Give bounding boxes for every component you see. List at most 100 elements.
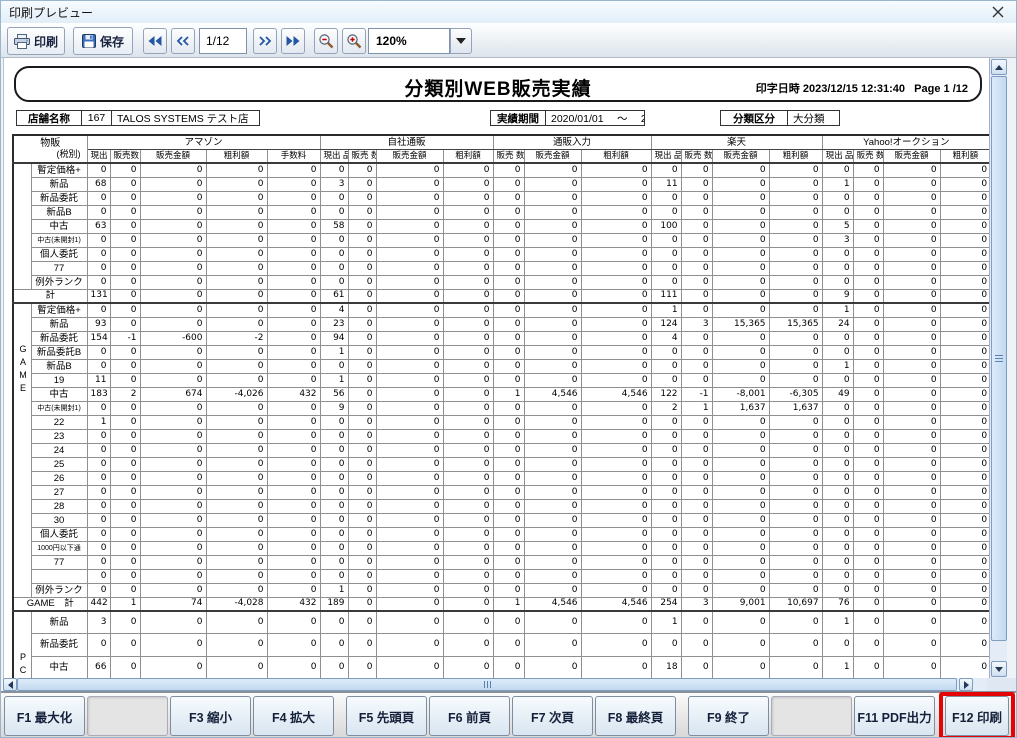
cell-value: 0 (110, 261, 140, 275)
cell-value: 0 (443, 555, 493, 569)
table-corner-header: 物販(税別) (13, 135, 87, 163)
cell-value: 0 (822, 275, 853, 289)
cell-value: 0 (581, 443, 651, 457)
cell-value: 1,637 (769, 401, 822, 415)
cell-value: 0 (681, 303, 712, 317)
cell-value: 11 (651, 177, 681, 191)
cell-value: 0 (110, 191, 140, 205)
total-cell-value: 432 (267, 597, 320, 611)
cell-value: 0 (376, 163, 443, 177)
cell-value: 0 (267, 569, 320, 583)
scroll-left-button[interactable] (3, 678, 17, 691)
cell-value: 0 (206, 555, 267, 569)
cell-value: 0 (822, 499, 853, 513)
last-page-button[interactable] (281, 28, 305, 54)
total-cell-value: -4,028 (206, 597, 267, 611)
total-cell-value: 0 (769, 289, 822, 303)
total-cell-value: 1 (110, 597, 140, 611)
cell-value: 0 (87, 634, 110, 657)
scroll-down-button[interactable] (991, 661, 1007, 677)
cell-value: 0 (376, 331, 443, 345)
cell-value: 0 (376, 317, 443, 331)
cell-value: 0 (524, 317, 581, 331)
total-cell-value: 0 (348, 289, 376, 303)
fkey-f12-button[interactable]: F12 印刷 (945, 696, 1009, 736)
print-button[interactable]: 印刷 (7, 27, 65, 55)
cell-value: 0 (267, 275, 320, 289)
scroll-up-button[interactable] (991, 59, 1007, 75)
close-icon[interactable] (990, 4, 1006, 20)
cell-value: 0 (348, 569, 376, 583)
fkey-f6-button[interactable]: F6 前頁 (429, 696, 510, 736)
cell-value: 0 (712, 415, 769, 429)
first-page-button[interactable] (143, 28, 167, 54)
cell-value: 0 (140, 359, 206, 373)
fkey-f9-button[interactable]: F9 終了 (688, 696, 769, 736)
cell-value: 0 (651, 541, 681, 555)
cell-value: 0 (206, 275, 267, 289)
cell-value: 0 (883, 443, 940, 457)
fkey-f5-button[interactable]: F5 先頭頁 (346, 696, 427, 736)
cell-value: 0 (883, 163, 940, 177)
row-label: 新品 (31, 317, 87, 331)
page-number-input[interactable] (199, 28, 247, 54)
row-label: 新品委託 (31, 331, 87, 345)
cell-value: 0 (769, 656, 822, 678)
cell-value: 0 (769, 611, 822, 634)
cell-value: 0 (651, 429, 681, 443)
cell-value: 0 (206, 359, 267, 373)
cell-value: 0 (267, 219, 320, 233)
fkey-f1-button[interactable]: F1 最大化 (4, 696, 85, 736)
cell-value: 0 (651, 555, 681, 569)
cell-value: 0 (581, 247, 651, 261)
fkey-highlight-frame: F12 印刷 (939, 692, 1015, 738)
period-value: 2020/01/01 ～ 2020/01/31 (546, 110, 644, 126)
cell-value: 0 (443, 541, 493, 555)
cell-value: 0 (581, 401, 651, 415)
cell-value: 58 (320, 219, 348, 233)
cell-value: 0 (267, 177, 320, 191)
cell-value: 0 (940, 219, 989, 233)
cell-value: 5 (822, 219, 853, 233)
fkey-f4-button[interactable]: F4 拡大 (253, 696, 334, 736)
cell-value: 0 (769, 163, 822, 177)
fkey-f3-button[interactable]: F3 縮小 (170, 696, 251, 736)
cell-value: 0 (320, 429, 348, 443)
cell-value: 0 (822, 345, 853, 359)
cell-value: 0 (581, 471, 651, 485)
fkey-f8-button[interactable]: F8 最終頁 (595, 696, 676, 736)
zoom-dropdown-button[interactable] (450, 28, 472, 54)
cell-value: 0 (320, 611, 348, 634)
cell-value: 154 (87, 331, 110, 345)
cell-value: 0 (267, 303, 320, 317)
cell-value: 0 (712, 555, 769, 569)
cell-value: 0 (853, 541, 883, 555)
cell-value: 0 (883, 219, 940, 233)
fkey-f7-button[interactable]: F7 次頁 (512, 696, 593, 736)
horizontal-scrollbar[interactable] (3, 678, 989, 692)
cell-value: 0 (681, 541, 712, 555)
cell-value: 0 (940, 569, 989, 583)
scroll-right-button[interactable] (959, 678, 973, 691)
cell-value: 0 (267, 415, 320, 429)
vertical-scrollbar[interactable] (989, 58, 1007, 678)
cell-value: 0 (87, 583, 110, 597)
zoom-out-button[interactable] (314, 28, 338, 54)
cell-value: 0 (769, 177, 822, 191)
cell-value: 0 (140, 317, 206, 331)
vertical-scroll-thumb[interactable] (991, 76, 1007, 641)
cell-value: 0 (524, 583, 581, 597)
total-cell-value: 0 (267, 289, 320, 303)
zoom-level-field[interactable]: 120% (368, 28, 450, 54)
horizontal-scroll-thumb[interactable] (17, 678, 957, 691)
cell-value: 0 (267, 331, 320, 345)
fkey-f11-button[interactable]: F11 PDF出力 (854, 696, 935, 736)
report-print-meta: 印字日時 2023/12/15 12:31:40 Page 1 /12 (756, 80, 968, 96)
next-page-button[interactable] (253, 28, 277, 54)
cell-value: 0 (940, 457, 989, 471)
column-header: 現出 品数 (320, 149, 348, 163)
zoom-in-button[interactable] (342, 28, 366, 54)
prev-page-button[interactable] (171, 28, 195, 54)
save-button[interactable]: 保存 (73, 27, 133, 55)
row-label: 例外ランク (31, 275, 87, 289)
